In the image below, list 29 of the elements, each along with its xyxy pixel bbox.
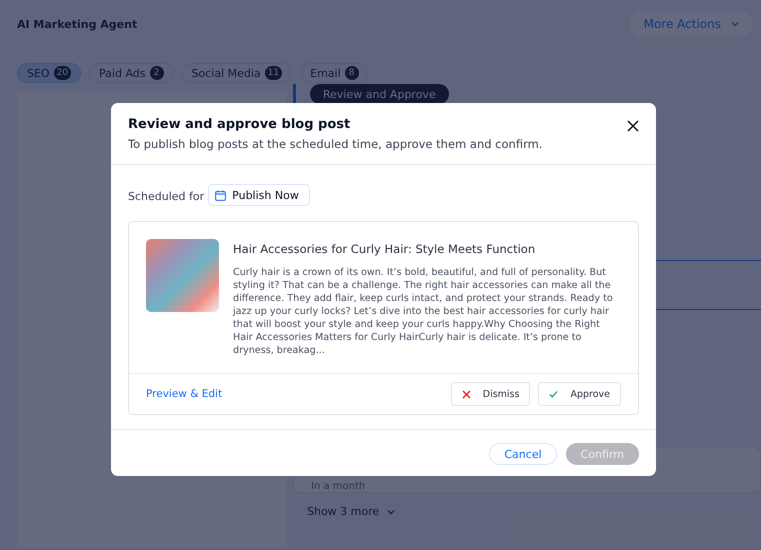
dismiss-button[interactable]: Dismiss	[450, 382, 530, 406]
category-tab[interactable]: Paid Ads 2	[89, 63, 174, 83]
category-tab[interactable]: SEO 20	[17, 63, 82, 83]
dialog-subtitle: To publish blog posts at the scheduled time, approve them and confirm.	[128, 136, 544, 152]
cancel-button[interactable]: Cancel	[489, 443, 557, 465]
count-badge: 11	[264, 66, 282, 80]
category-tab[interactable]: Email 8	[300, 63, 369, 83]
app-title: AI Marketing Agent	[17, 18, 138, 30]
dialog-title: Review and approve blog post	[128, 117, 352, 133]
count-badge: 20	[54, 66, 72, 80]
item-time: In a month	[311, 481, 366, 492]
more-actions-button[interactable]: More Actions	[630, 11, 753, 37]
chevron-down-icon	[731, 21, 739, 27]
show-more-button[interactable]: Show 3 more	[307, 505, 396, 518]
approve-button[interactable]: Approve	[538, 382, 621, 406]
x-icon	[462, 390, 471, 398]
review-approve-button[interactable]: Review and Approve	[310, 84, 449, 104]
category-tab[interactable]: Social Media 11	[182, 63, 292, 83]
chevron-down-icon	[387, 508, 396, 514]
close-icon	[625, 118, 641, 134]
schedule-picker[interactable]: Publish Now	[208, 184, 310, 206]
check-icon	[549, 390, 558, 398]
scheduled-label: Scheduled for	[128, 190, 204, 203]
post-excerpt: Curly hair is a crown of its own. It’s bold, beautiful, and full of personality. But styling it? That can be a challenge. The right hair accessories can make all the difference. They add flair, keep curls intact, and protect your strands. Ready to jazz up your curly locks? Let’s dive into the best hair accessories for curly hair that will boost your style and keep your curls happy.Why Choosing the Right Hair Accessories Matters for Curly HairCurly hair is delicate. It’s prone to dryness, breakag...	[233, 266, 614, 357]
preview-edit-link[interactable]: Preview & Edit	[146, 388, 222, 400]
calendar-icon	[215, 190, 226, 200]
post-title: Hair Accessories for Curly Hair: Style Meets Function	[233, 242, 536, 256]
count-badge: 8	[344, 66, 359, 80]
count-badge: 2	[150, 66, 164, 80]
